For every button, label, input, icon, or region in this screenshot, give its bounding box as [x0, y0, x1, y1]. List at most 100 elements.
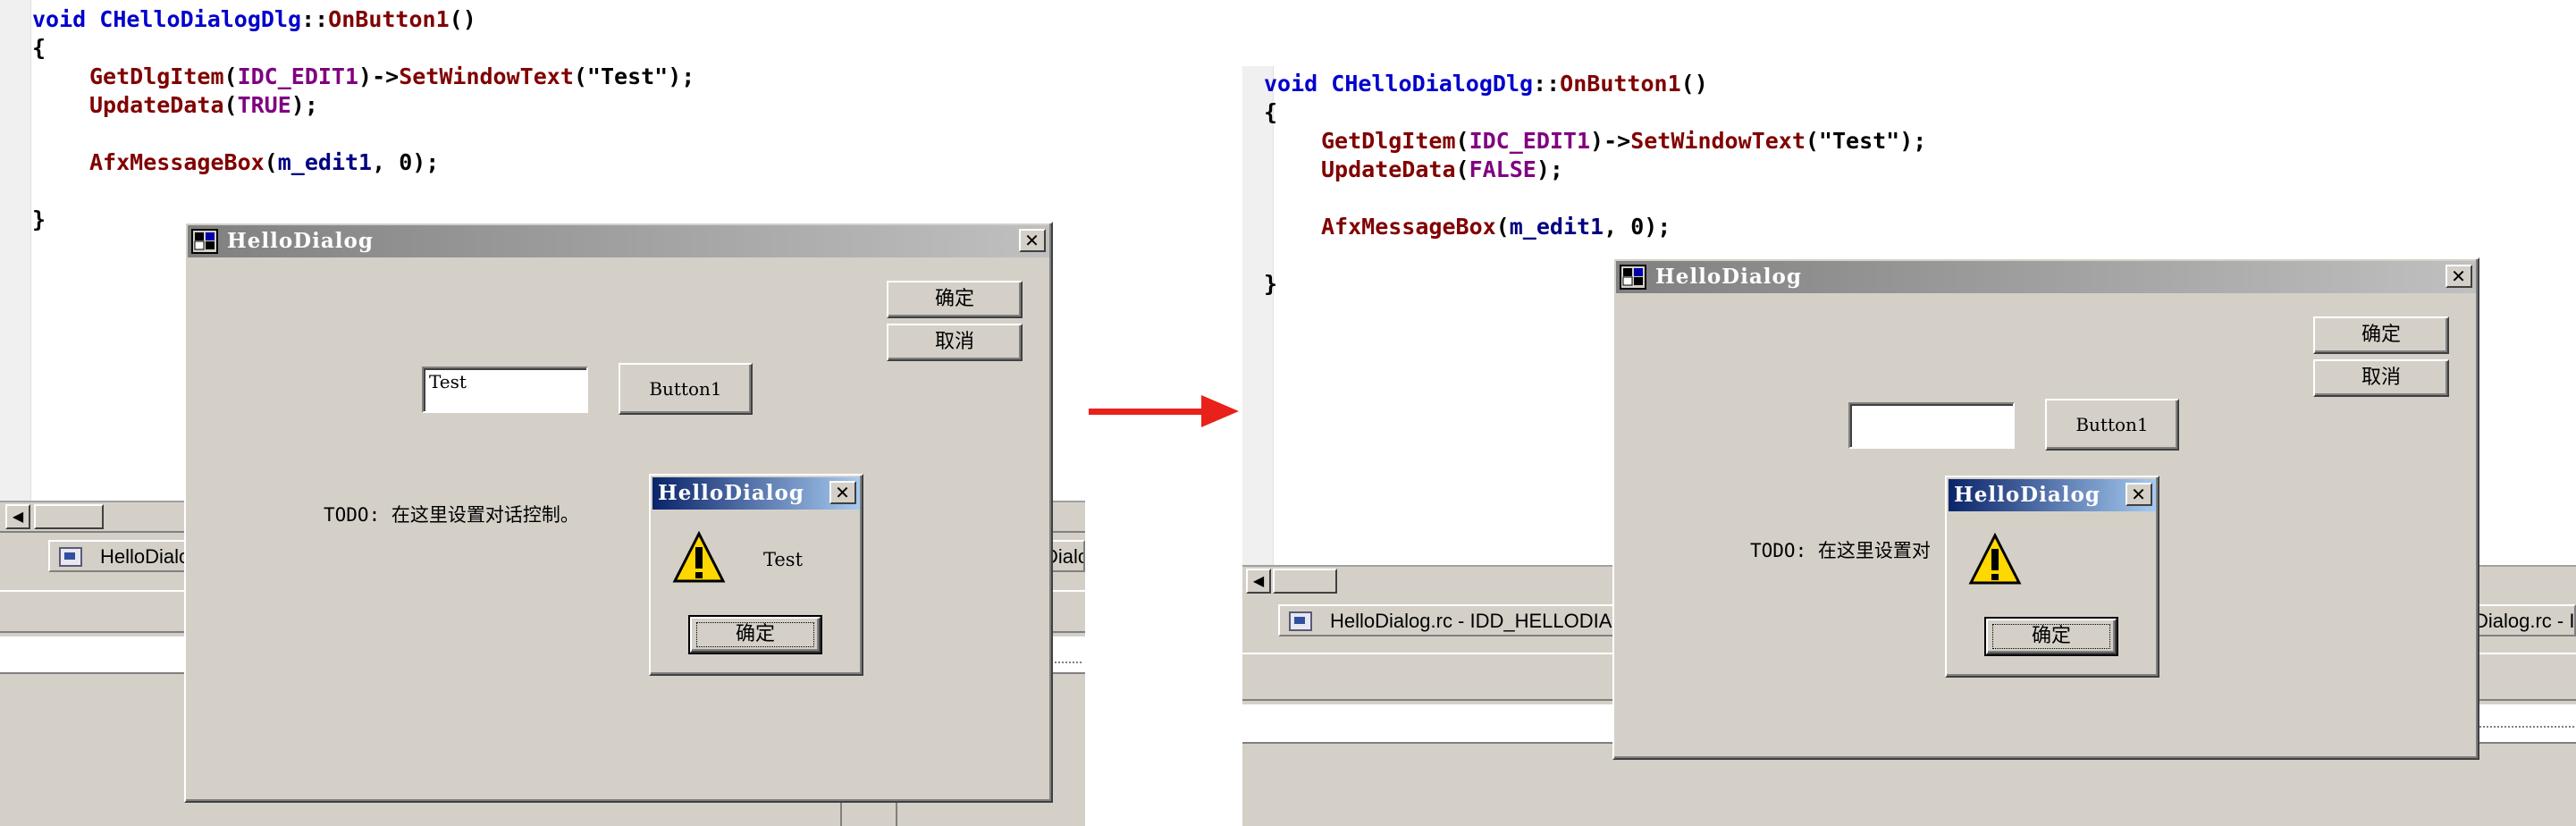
tab-file-icon — [59, 547, 82, 567]
parens: () — [1680, 71, 1708, 97]
call: SetWindowText — [1630, 128, 1806, 154]
warning-icon — [1968, 533, 2022, 585]
code-brace-close: } — [32, 206, 46, 232]
paren: ); — [1536, 156, 1563, 182]
call: AfxMessageBox — [89, 149, 265, 175]
code-line-1: void CHelloDialogDlg::OnButton1() — [32, 5, 476, 34]
tab-label: HelloDialog.rc - IDD_HELLODIAL — [1330, 610, 1623, 632]
left-screenshot: void CHelloDialogDlg::OnButton1() { GetD… — [0, 0, 1085, 826]
message-box: HelloDialog ✕ 确定 — [1945, 476, 2159, 678]
code-line-3: GetDlgItem(IDC_EDIT1)->SetWindowText("Te… — [89, 63, 695, 91]
ok-button[interactable]: 确定 — [887, 281, 1023, 318]
paren: )-> — [1590, 128, 1631, 154]
code-line-6: AfxMessageBox(m_edit1, 0); — [1321, 213, 1671, 241]
app-icon — [1620, 265, 1646, 290]
close-icon[interactable]: ✕ — [2126, 483, 2152, 506]
msgbox-ok-button[interactable]: 确定 — [688, 615, 822, 654]
close-icon[interactable]: ✕ — [1019, 229, 1046, 252]
msgbox-message: Test — [763, 549, 804, 570]
hello-dialog: HelloDialog ✕ 确定 取消 Test Button1 TODO: 在… — [184, 222, 1053, 803]
msgbox-ok-button[interactable]: 确定 — [1984, 617, 2118, 656]
ok-button[interactable]: 确定 — [2313, 316, 2449, 354]
scroll-thumb[interactable] — [1273, 569, 1337, 594]
scope-op: :: — [1533, 71, 1561, 97]
message-box: HelloDialog ✕ Test 确定 — [649, 474, 863, 676]
msgbox-title: HelloDialog — [1954, 483, 2100, 507]
macro: IDC_EDIT1 — [1469, 128, 1591, 154]
todo-label: TODO: 在这里设置对 — [1750, 540, 1931, 561]
code-brace-open: { — [32, 35, 46, 61]
code-brace-open: { — [1264, 99, 1278, 125]
scroll-left-button[interactable]: ◀ — [1246, 569, 1271, 594]
call: SetWindowText — [399, 63, 574, 89]
function-name: OnButton1 — [1560, 71, 1681, 97]
right-screenshot: void CHelloDialogDlg::OnButton1() { GetD… — [1242, 0, 2576, 826]
msgbox-titlebar: HelloDialog ✕ — [652, 477, 860, 510]
msgbox-title: HelloDialog — [658, 481, 804, 505]
editor-gutter — [1242, 66, 1274, 567]
msgbox-titlebar: HelloDialog ✕ — [1949, 479, 2156, 511]
code-brace-close: } — [1264, 271, 1278, 297]
args: ("Test"); — [1805, 128, 1927, 154]
call: UpdateData — [1321, 156, 1456, 182]
button1[interactable]: Button1 — [619, 363, 753, 415]
scroll-left-button[interactable]: ◀ — [5, 504, 30, 529]
cancel-button[interactable]: 取消 — [887, 324, 1023, 361]
keyword: void — [32, 6, 87, 32]
call: GetDlgItem — [89, 63, 224, 89]
dialog-titlebar: HelloDialog ✕ — [188, 225, 1049, 257]
call: UpdateData — [89, 92, 224, 118]
macro: IDC_EDIT1 — [237, 63, 359, 89]
call: AfxMessageBox — [1321, 214, 1496, 240]
variable: m_edit1 — [277, 149, 373, 175]
button1[interactable]: Button1 — [2045, 399, 2179, 451]
code-line-4: UpdateData(TRUE); — [89, 91, 318, 120]
tab-label: Dialog.rc - ID — [2474, 610, 2575, 632]
keyword: void — [1264, 71, 1318, 97]
paren: ( — [223, 63, 238, 89]
macro: TRUE — [237, 92, 291, 118]
edit1-field[interactable] — [1848, 402, 2015, 449]
tab-label: HelloDialo — [100, 545, 190, 568]
dialog-titlebar: HelloDialog ✕ — [1616, 261, 2476, 293]
paren: ( — [264, 149, 278, 175]
dotted-separator — [2476, 726, 2574, 728]
args: , 0); — [372, 149, 440, 175]
paren: )-> — [358, 63, 400, 89]
args: ("Test"); — [573, 63, 695, 89]
arrow-right-icon — [1089, 395, 1239, 427]
taskbar-tab-right[interactable]: Dialog.rc - ID — [2467, 604, 2576, 636]
focus-rect — [1992, 624, 2110, 649]
dialog-title: HelloDialog — [227, 229, 374, 253]
paren: ( — [1455, 128, 1469, 154]
args: , 0); — [1604, 214, 1671, 240]
scope-op: :: — [301, 6, 329, 32]
close-icon[interactable]: ✕ — [2446, 265, 2472, 288]
parens: () — [449, 6, 476, 32]
code-line-6: AfxMessageBox(m_edit1, 0); — [89, 148, 439, 177]
code-line-4: UpdateData(FALSE); — [1321, 156, 1563, 184]
macro: FALSE — [1469, 156, 1536, 182]
paren: ( — [223, 92, 238, 118]
hello-dialog: HelloDialog ✕ 确定 取消 Button1 TODO: 在这里设置对… — [1612, 257, 2479, 760]
app-icon — [191, 229, 218, 254]
paren: ); — [290, 92, 318, 118]
close-icon[interactable]: ✕ — [829, 481, 856, 504]
call: GetDlgItem — [1321, 128, 1456, 154]
focus-rect — [696, 622, 814, 647]
function-name: OnButton1 — [328, 6, 450, 32]
scroll-thumb[interactable] — [34, 504, 104, 529]
editor-gutter — [0, 0, 31, 501]
dialog-title: HelloDialog — [1655, 265, 1802, 289]
cancel-button[interactable]: 取消 — [2313, 359, 2449, 397]
variable: m_edit1 — [1509, 214, 1604, 240]
edit1-field[interactable]: Test — [422, 367, 588, 413]
warning-icon — [672, 531, 726, 583]
class-name: CHelloDialogDlg — [99, 6, 302, 32]
code-line-1: void CHelloDialogDlg::OnButton1() — [1264, 70, 1708, 98]
paren: ( — [1495, 214, 1510, 240]
tab-file-icon — [1289, 611, 1312, 631]
todo-label: TODO: 在这里设置对话控制。 — [324, 504, 579, 526]
paren: ( — [1455, 156, 1469, 182]
code-line-3: GetDlgItem(IDC_EDIT1)->SetWindowText("Te… — [1321, 127, 1926, 156]
